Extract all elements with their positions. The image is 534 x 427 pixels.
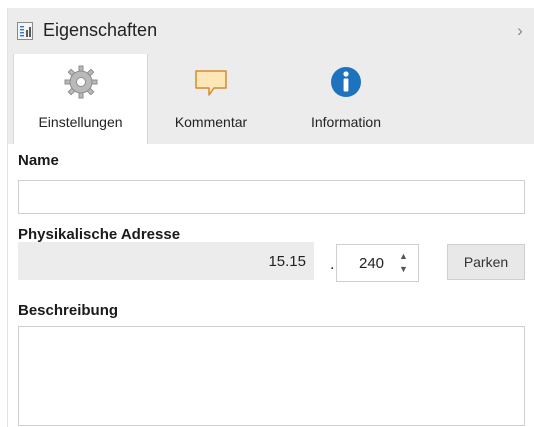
tab-label: Information bbox=[310, 114, 382, 130]
description-field[interactable] bbox=[18, 326, 525, 426]
tab-kommentar[interactable]: Kommentar bbox=[156, 54, 266, 144]
panel-title: Eigenschaften bbox=[43, 20, 158, 40]
properties-panel: Eigenschaften › Einstellungen Kommentar … bbox=[7, 8, 534, 427]
comment-icon bbox=[195, 70, 227, 96]
address-separator: . bbox=[330, 256, 335, 273]
tab-bar: Einstellungen Kommentar Information bbox=[8, 54, 534, 144]
description-label: Beschreibung bbox=[18, 302, 119, 319]
tab-information[interactable]: Information bbox=[286, 54, 406, 144]
tab-label: Kommentar bbox=[174, 114, 248, 130]
chevron-right-icon[interactable]: › bbox=[511, 21, 529, 41]
tab-einstellungen[interactable]: Einstellungen bbox=[13, 54, 148, 144]
address-label: Physikalische Adresse bbox=[18, 226, 181, 243]
park-button[interactable]: Parken bbox=[447, 244, 525, 280]
spin-down-icon[interactable]: ▼ bbox=[399, 264, 408, 274]
tab-label: Einstellungen bbox=[38, 114, 123, 130]
info-icon bbox=[331, 67, 361, 97]
name-label: Name bbox=[18, 152, 59, 169]
device-number-value: 240 bbox=[359, 255, 385, 272]
spin-up-icon[interactable]: ▲ bbox=[399, 251, 408, 261]
address-readonly: 15.15 bbox=[18, 242, 314, 280]
properties-icon bbox=[17, 22, 33, 40]
name-field[interactable] bbox=[18, 180, 525, 214]
gear-icon bbox=[64, 65, 97, 99]
address-value: 15.15 bbox=[268, 253, 306, 270]
device-number-spinner[interactable]: 240 ▲ ▼ bbox=[336, 244, 419, 282]
panel-header: Eigenschaften › bbox=[8, 8, 534, 54]
